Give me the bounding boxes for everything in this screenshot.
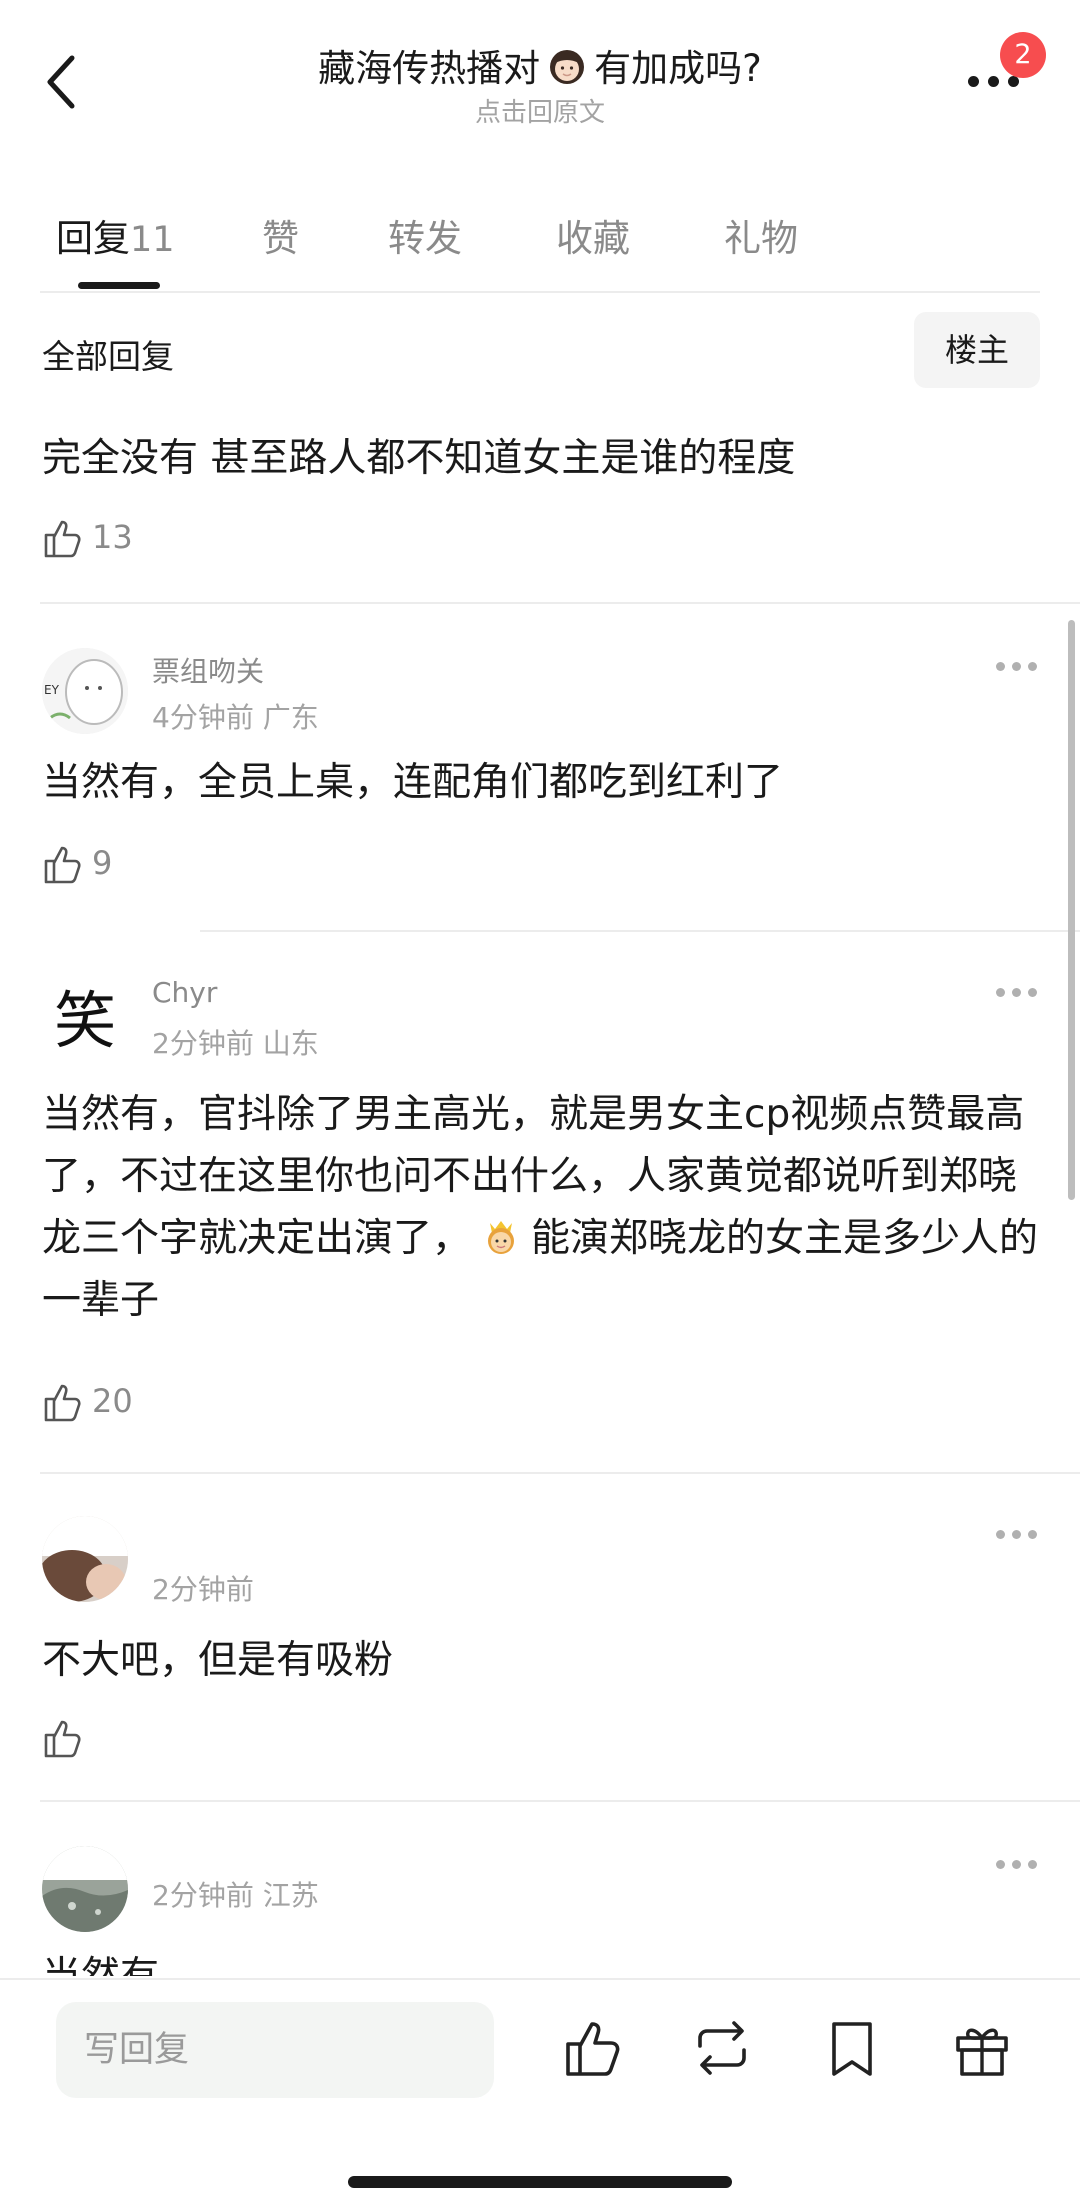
- comment-divider: [40, 1472, 1080, 1474]
- avatar[interactable]: [42, 1516, 128, 1602]
- comment-meta: 4分钟前 广东: [152, 696, 319, 736]
- thumbs-up-icon: [44, 846, 81, 884]
- comment-time: 4分钟前: [152, 701, 254, 734]
- back-to-original-link[interactable]: 点击回原文: [0, 92, 1080, 129]
- comment-time: 2分钟前: [152, 1879, 254, 1912]
- comment-meta: 2分钟前: [152, 1568, 254, 1608]
- comment-text: 不大吧，但是有吸粉: [42, 1638, 394, 1683]
- tab-bar: 回复11 赞 转发 收藏 礼物: [0, 196, 1080, 289]
- tab-likes[interactable]: 赞: [262, 208, 299, 262]
- comment-more-icon[interactable]: [996, 1530, 1038, 1542]
- repost-icon[interactable]: [690, 2016, 754, 2080]
- bookmark-icon[interactable]: [820, 2016, 884, 2080]
- tabs-divider: [40, 291, 1040, 293]
- avatar-char: 笑: [54, 984, 116, 1057]
- active-tab-indicator: [78, 282, 160, 289]
- comment-text: 当然有，全员上桌，连配角们都吃到红利了: [42, 760, 784, 805]
- username[interactable]: Chyr: [152, 976, 217, 1009]
- comment-meta: 2分钟前 江苏: [152, 1874, 319, 1914]
- title-text-end: 有加成吗?: [594, 47, 762, 90]
- svg-text:EY: EY: [44, 683, 60, 697]
- comment-meta: 2分钟前 山东: [152, 1022, 319, 1062]
- comment-more-icon[interactable]: [996, 988, 1038, 1000]
- header: 藏海传热播对 有加成吗? 点击回原文 2: [0, 0, 1080, 160]
- bottom-action-bar: [0, 1978, 1080, 2206]
- like-count: 20: [92, 1382, 133, 1420]
- post-title[interactable]: 藏海传热播对 有加成吗?: [0, 38, 1080, 92]
- comment-more-icon[interactable]: [996, 662, 1038, 674]
- tab-favorites[interactable]: 收藏: [556, 208, 630, 262]
- comment-more-icon[interactable]: [996, 1860, 1038, 1872]
- thumbs-up-icon: [44, 1720, 81, 1758]
- thumbs-up-icon: [44, 1384, 81, 1422]
- thumbs-up-icon[interactable]: [562, 2016, 626, 2080]
- tab-replies[interactable]: 回复11: [56, 208, 175, 262]
- scrollbar[interactable]: [1068, 620, 1075, 1200]
- comment-location: 广东: [262, 701, 319, 734]
- comment-text: 当然有，官抖除了男主高光，就是男女主cp视频点赞最高了，不过在这里你也问不出什么…: [42, 1084, 1042, 1332]
- comment-location: 山东: [262, 1027, 319, 1060]
- thumbs-up-icon: [44, 520, 81, 558]
- comment-divider: [40, 1800, 1080, 1802]
- gift-icon[interactable]: [950, 2016, 1014, 2080]
- comment-text: 当然有: [42, 1946, 1042, 1976]
- tab-reposts[interactable]: 转发: [388, 208, 462, 262]
- tab-replies-label: 回复: [56, 217, 130, 260]
- comment-divider: [200, 930, 1080, 932]
- comment-time: 2分钟前: [152, 1573, 254, 1606]
- title-text-start: 藏海传热播对: [318, 47, 541, 90]
- reply-input[interactable]: [56, 2002, 494, 2098]
- op-only-filter-button[interactable]: 楼主: [914, 312, 1040, 388]
- woman-emoji-icon: [550, 50, 585, 84]
- avatar[interactable]: 笑: [42, 974, 128, 1060]
- princess-emoji-icon: [488, 1221, 515, 1254]
- avatar[interactable]: EY: [42, 648, 128, 734]
- home-indicator: [348, 2176, 732, 2188]
- comment-divider: [40, 602, 1080, 604]
- tab-replies-count: 11: [130, 220, 175, 260]
- notification-badge: 2: [1000, 32, 1046, 78]
- comment-text: 完全没有 甚至路人都不知道女主是谁的程度: [42, 436, 796, 481]
- comment-time: 2分钟前: [152, 1027, 254, 1060]
- like-count: 13: [92, 518, 133, 556]
- all-replies-heading: 全部回复: [42, 337, 174, 376]
- tab-gifts[interactable]: 礼物: [724, 208, 798, 262]
- like-count: 9: [92, 844, 113, 882]
- comment-item: 2分钟前 江苏 当然有: [0, 1846, 1080, 1976]
- avatar[interactable]: [42, 1846, 128, 1932]
- comment-location: 江苏: [262, 1879, 319, 1912]
- username[interactable]: 票组吻关: [152, 650, 264, 690]
